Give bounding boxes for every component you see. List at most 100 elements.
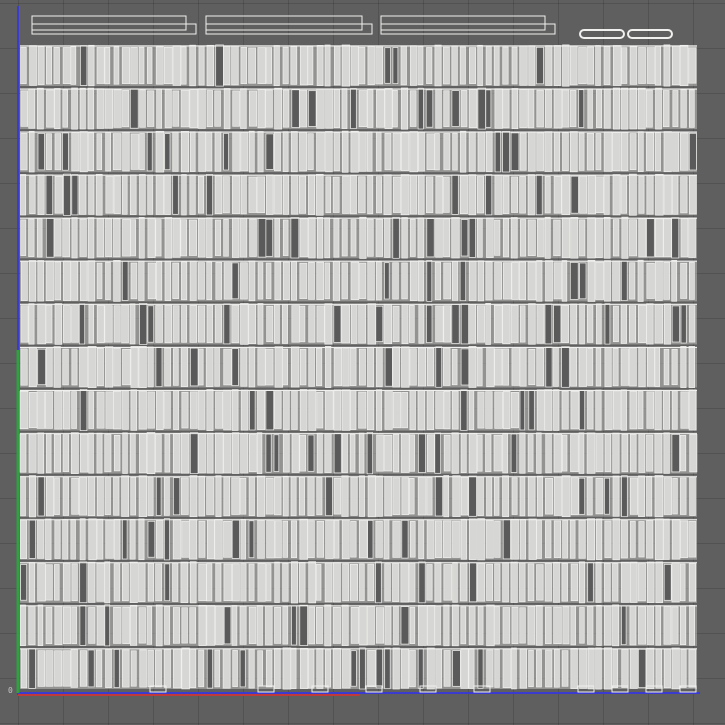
- uv-island-r2-c9[interactable]: [87, 87, 95, 130]
- uv-island-r2-c49[interactable]: [425, 89, 434, 128]
- uv-island-r5-c51[interactable]: [443, 218, 451, 258]
- uv-island-r5-c62[interactable]: [537, 218, 545, 257]
- uv-island-r8-c39[interactable]: [342, 347, 350, 387]
- uv-island-r11-c51[interactable]: [443, 475, 450, 518]
- uv-island-r4-c20[interactable]: [181, 174, 187, 216]
- uv-island-r11-c8[interactable]: [79, 476, 88, 516]
- uv-island-r15-c32[interactable]: [282, 647, 292, 690]
- uv-island-r1-c39[interactable]: [341, 44, 351, 87]
- uv-island-r1-c50[interactable]: [434, 44, 442, 87]
- uv-island-r10-c50[interactable]: [434, 432, 441, 474]
- uv-island-r15-c48[interactable]: [417, 648, 424, 689]
- uv-island-r11-c24[interactable]: [215, 475, 222, 518]
- uv-island-r4-c44[interactable]: [383, 174, 392, 216]
- uv-island-r13-c41[interactable]: [359, 563, 365, 602]
- uv-island-r5-c66[interactable]: [570, 217, 579, 259]
- uv-island-r9-c18[interactable]: [163, 391, 171, 429]
- uv-island-r3-c42[interactable]: [366, 131, 373, 172]
- uv-island-r15-c28[interactable]: [248, 648, 255, 689]
- uv-island-r2-c3[interactable]: [36, 87, 44, 130]
- uv-island-r4-c38[interactable]: [332, 176, 340, 213]
- uv-island-r12-c47[interactable]: [409, 521, 416, 558]
- uv-island-r9-c20[interactable]: [181, 391, 189, 429]
- uv-island-r14-c40[interactable]: [350, 607, 360, 644]
- uv-island-r7-c29[interactable]: [257, 303, 264, 345]
- uv-island-r6-c41[interactable]: [359, 262, 367, 299]
- uv-island-r15-c25[interactable]: [222, 648, 231, 689]
- uv-island-r11-c57[interactable]: [493, 476, 500, 516]
- uv-island-r7-c6[interactable]: [62, 305, 71, 343]
- uv-island-r11-c62[interactable]: [536, 475, 543, 517]
- uv-island-r12-c28[interactable]: [248, 520, 255, 559]
- uv-island-r5-c26[interactable]: [232, 217, 240, 258]
- uv-island-r5-c15[interactable]: [138, 217, 145, 259]
- uv-island-r9-c34[interactable]: [299, 389, 308, 432]
- uv-island-r14-c44[interactable]: [384, 606, 392, 645]
- uv-island-r4-c58[interactable]: [502, 175, 510, 214]
- uv-island-r10-c10[interactable]: [96, 432, 103, 474]
- uv-island-r9-c45[interactable]: [392, 391, 402, 429]
- uv-island-r10-c14[interactable]: [129, 432, 136, 474]
- uv-island-r10-c43[interactable]: [376, 434, 384, 472]
- uv-island-r2-c67[interactable]: [578, 89, 585, 128]
- uv-island-r15-c3[interactable]: [37, 650, 46, 687]
- uv-island-r12-c10[interactable]: [96, 518, 104, 560]
- uv-island-r1-c59[interactable]: [511, 46, 518, 85]
- uv-island-r3-c40[interactable]: [350, 130, 359, 173]
- uv-island-r2-c39[interactable]: [341, 88, 348, 129]
- uv-island-r15-c4[interactable]: [45, 650, 54, 687]
- uv-island-r6-c14[interactable]: [130, 262, 138, 300]
- uv-island-r15-c8[interactable]: [79, 650, 87, 687]
- uv-island-r4-c67[interactable]: [579, 175, 588, 214]
- uv-island-r10-c31[interactable]: [273, 434, 280, 472]
- uv-island-r15-c60[interactable]: [519, 648, 527, 689]
- uv-island-r12-c20[interactable]: [181, 520, 190, 558]
- uv-island-r2-c61[interactable]: [527, 88, 535, 129]
- uv-island-r13-c50[interactable]: [434, 562, 442, 603]
- uv-island-r6-c57[interactable]: [494, 262, 503, 300]
- uv-island-r10-c55[interactable]: [476, 434, 483, 472]
- uv-island-r1-c17[interactable]: [155, 46, 164, 85]
- uv-island-r14-c5[interactable]: [54, 605, 63, 645]
- uv-island-r1-c26[interactable]: [231, 45, 239, 86]
- uv-island-r3-c47[interactable]: [409, 131, 419, 173]
- uv-island-r11-c14[interactable]: [130, 476, 137, 516]
- uv-island-r12-c76[interactable]: [654, 518, 664, 561]
- uv-island-r10-c8[interactable]: [80, 433, 89, 473]
- uv-island-r2-c26[interactable]: [232, 90, 240, 127]
- uv-island-r11-c38[interactable]: [333, 477, 342, 515]
- uv-island-r5-c24[interactable]: [214, 219, 221, 256]
- uv-island-r1-c61[interactable]: [528, 45, 536, 86]
- uv-island-r9-c9[interactable]: [88, 391, 95, 429]
- uv-island-r11-c61[interactable]: [527, 476, 536, 517]
- uv-island-r9-c26[interactable]: [231, 389, 239, 431]
- uv-island-r9-c33[interactable]: [291, 390, 298, 430]
- uv-island-r4-c17[interactable]: [155, 174, 165, 215]
- uv-island-r13-c67[interactable]: [579, 561, 585, 604]
- uv-island-r7-c54[interactable]: [468, 304, 477, 344]
- uv-island-r7-c19[interactable]: [172, 305, 180, 343]
- uv-island-r11-c17[interactable]: [155, 476, 162, 516]
- uv-island-r4-c45[interactable]: [392, 176, 402, 213]
- uv-island-r8-c63[interactable]: [545, 346, 553, 388]
- uv-island-r5-c43[interactable]: [375, 218, 383, 257]
- uv-island-r10-c46[interactable]: [400, 433, 410, 473]
- uv-island-r11-c80[interactable]: [689, 476, 696, 516]
- uv-island-r8-c52[interactable]: [451, 348, 458, 386]
- uv-island-r6-c47[interactable]: [409, 260, 418, 301]
- uv-island-r12-c24[interactable]: [214, 519, 223, 560]
- uv-island-r12-c26[interactable]: [231, 519, 240, 559]
- uv-island-r6-c8[interactable]: [80, 260, 88, 301]
- uv-island-r13-c4[interactable]: [45, 564, 53, 601]
- uv-island-r13-c34[interactable]: [299, 562, 306, 603]
- uv-island-r3-c54[interactable]: [468, 131, 476, 172]
- uv-island-r6-c7[interactable]: [71, 260, 79, 301]
- uv-island-r10-c51[interactable]: [443, 434, 451, 472]
- uv-island-r10-c3[interactable]: [37, 432, 45, 474]
- uv-island-r12-c53[interactable]: [460, 518, 467, 560]
- uv-island-r9-c62[interactable]: [536, 389, 546, 431]
- uv-island-r7-c48[interactable]: [418, 304, 425, 344]
- uv-island-r15-c56[interactable]: [486, 649, 494, 688]
- uv-island-r8-c21[interactable]: [190, 347, 199, 387]
- uv-island-r6-c9[interactable]: [87, 260, 96, 302]
